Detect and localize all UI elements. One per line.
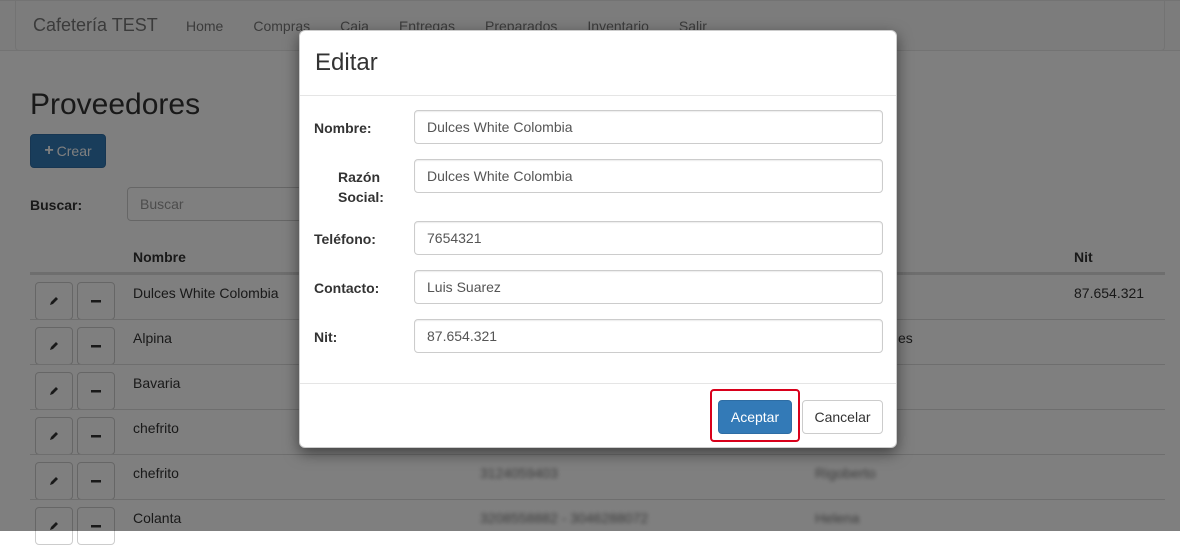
razon-social-label-line2: Social: — [338, 189, 384, 205]
modal-title: Editar — [315, 49, 378, 76]
razon-social-label-line1: Razón — [338, 169, 380, 185]
accept-button[interactable]: Aceptar — [718, 400, 792, 434]
nit-field[interactable] — [414, 319, 883, 353]
cancel-button[interactable]: Cancelar — [802, 400, 883, 434]
contacto-label: Contacto: — [314, 280, 380, 296]
contacto-field[interactable] — [414, 270, 883, 304]
modal-header: Editar — [300, 31, 896, 96]
edit-modal: Editar Nombre: Razón Social: Teléfono: C… — [299, 30, 897, 448]
nombre-field[interactable] — [414, 110, 883, 144]
telefono-label: Teléfono: — [314, 231, 376, 247]
nit-label: Nit: — [314, 329, 338, 345]
telefono-field[interactable] — [414, 221, 883, 255]
razon-social-field[interactable] — [414, 159, 883, 193]
modal-footer-divider — [300, 383, 896, 384]
nombre-label: Nombre: — [314, 120, 372, 136]
